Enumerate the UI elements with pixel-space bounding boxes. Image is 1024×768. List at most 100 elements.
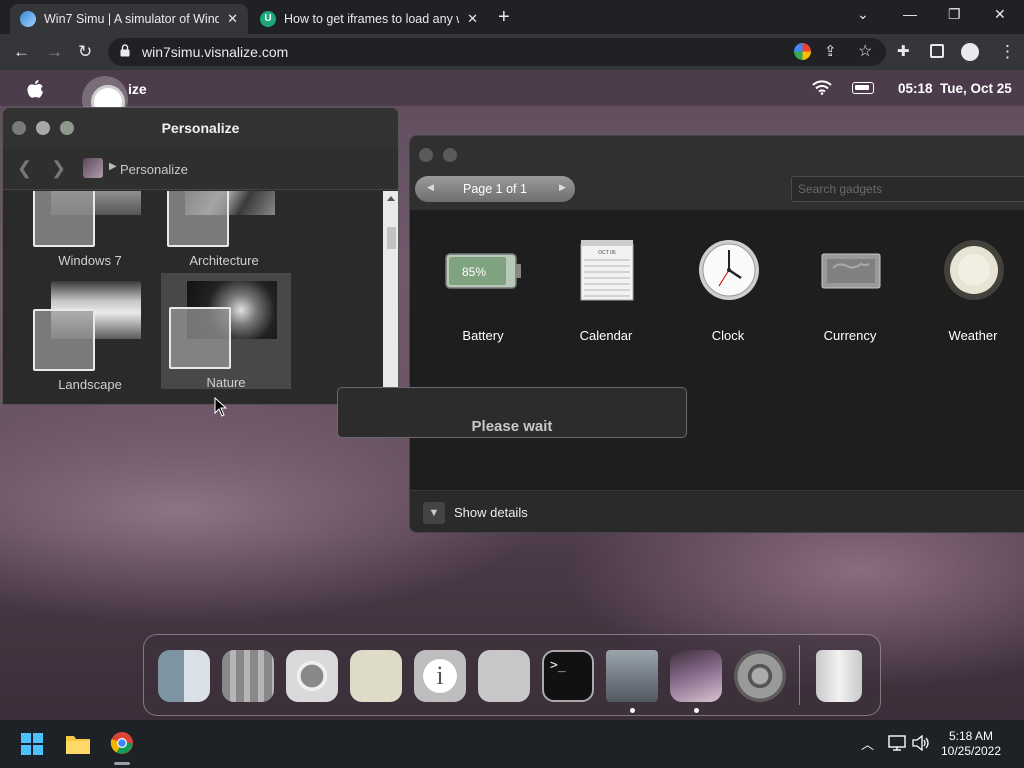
- new-tab-button[interactable]: +: [498, 6, 510, 29]
- tab-iframes[interactable]: U How to get iframes to load any w ✕: [250, 4, 488, 34]
- gadget-calendar[interactable]: OCT 06 Calendar: [545, 210, 667, 350]
- apple-logo-icon[interactable]: [26, 79, 44, 99]
- battery-icon[interactable]: [852, 82, 874, 94]
- active-app-name[interactable]: ize: [128, 81, 147, 97]
- theme-architecture[interactable]: Architecture: [159, 191, 289, 268]
- system-preferences-gear-icon[interactable]: [734, 650, 786, 702]
- launchpad-icon[interactable]: [222, 650, 274, 702]
- theme-color-swatch: [33, 191, 95, 247]
- mac-menubar: ize 05:18 Tue, Oct 25: [0, 70, 1024, 106]
- theme-nature[interactable]: Nature: [161, 273, 291, 390]
- show-details-chevron-down-icon[interactable]: ▼: [423, 502, 445, 524]
- window-titlebar[interactable]: Personalize: [3, 108, 398, 148]
- theme-color-swatch: [169, 307, 231, 369]
- share-icon[interactable]: ⇪: [824, 42, 837, 60]
- gadget-label: Clock: [711, 328, 745, 343]
- gadget-weather[interactable]: Weather: [912, 210, 1024, 350]
- personalize-window: Personalize ❮ ❯ ▶ Personalize Windows 7 …: [2, 107, 399, 405]
- nav-back-icon[interactable]: ❮: [17, 158, 32, 179]
- theme-windows-7[interactable]: Windows 7: [25, 191, 155, 268]
- calculator-icon[interactable]: [478, 650, 530, 702]
- system-clock[interactable]: 5:18 AM 10/25/2022: [935, 729, 1007, 759]
- profile-avatar-icon[interactable]: [961, 43, 979, 61]
- mouse-pointer-icon: [214, 397, 228, 417]
- tab-title: How to get iframes to load any w: [284, 12, 460, 26]
- close-light-button[interactable]: [419, 148, 433, 162]
- dock-separator: [799, 645, 800, 705]
- breadcrumb-chevron-icon: ▶: [109, 161, 117, 172]
- scroll-up-arrow-icon[interactable]: [387, 196, 395, 201]
- file-explorer-icon[interactable]: [65, 733, 91, 755]
- trash-icon[interactable]: [816, 650, 862, 702]
- info-icon[interactable]: i: [414, 650, 466, 702]
- simulator-desktop: ize 05:18 Tue, Oct 25 Personalize ❮ ❯ ▶ …: [0, 70, 1024, 720]
- menubar-time: 05:18: [898, 81, 933, 96]
- network-icon[interactable]: [888, 735, 906, 751]
- gadget-label: Currency: [823, 328, 877, 343]
- menubar-clock[interactable]: 05:18 Tue, Oct 25: [898, 81, 1012, 96]
- wait-message: Please wait: [471, 418, 553, 435]
- tab-win7simu[interactable]: Win7 Simu | A simulator of Windows 7 ✕: [10, 4, 248, 34]
- tab-close-icon[interactable]: ✕: [467, 11, 478, 27]
- wifi-icon[interactable]: [812, 80, 832, 95]
- gadget-currency[interactable]: Currency: [789, 210, 911, 350]
- calendar-icon: OCT 06: [580, 240, 634, 301]
- nav-forward-icon[interactable]: ❯: [51, 158, 66, 179]
- weather-icon: [944, 240, 1004, 300]
- forward-arrow-icon[interactable]: →: [46, 42, 63, 62]
- google-icon[interactable]: [794, 43, 811, 60]
- theme-landscape[interactable]: Landscape: [25, 275, 155, 392]
- gadget-clock[interactable]: Clock: [667, 210, 789, 350]
- system-date: 10/25/2022: [940, 744, 1002, 758]
- currency-icon: [821, 253, 881, 289]
- computer-icon[interactable]: [606, 650, 658, 702]
- running-indicator: [694, 708, 699, 713]
- battery-icon: 85%: [445, 253, 521, 289]
- vertical-scrollbar[interactable]: [383, 191, 398, 404]
- url-text[interactable]: win7simu.visnalize.com: [142, 44, 288, 60]
- windows-start-icon[interactable]: [21, 733, 43, 755]
- battery-percent: 85%: [462, 265, 486, 279]
- minimize-light-button[interactable]: [443, 148, 457, 162]
- menubar-date: Tue, Oct 25: [940, 81, 1012, 96]
- please-wait-dialog: Please wait: [337, 387, 687, 438]
- theme-list: Windows 7 Architecture Landscape Nature: [3, 191, 383, 404]
- theme-label: Landscape: [58, 377, 122, 392]
- next-page-icon[interactable]: ▶: [559, 182, 566, 193]
- running-indicator: [630, 708, 635, 713]
- restore-icon[interactable]: ❐: [948, 6, 961, 23]
- extensions-puzzle-icon[interactable]: ✚: [897, 42, 910, 62]
- chrome-taskbar-icon[interactable]: [110, 731, 134, 755]
- bookmark-star-icon[interactable]: ☆: [858, 41, 872, 61]
- show-details-label[interactable]: Show details: [454, 505, 528, 520]
- tab-close-icon[interactable]: ✕: [227, 11, 238, 27]
- gadget-grid: 85% Battery OCT 06 Calendar Clock Curren…: [410, 210, 1024, 490]
- tab-search-chevron-down-icon[interactable]: ⌄: [857, 6, 869, 23]
- finder-icon[interactable]: [158, 650, 210, 702]
- address-bar[interactable]: win7simu.visnalize.com ⇪ ☆: [108, 38, 886, 66]
- close-window-icon[interactable]: ✕: [994, 6, 1006, 23]
- lock-icon[interactable]: [120, 44, 130, 57]
- menu-kebab-icon[interactable]: ⋮: [999, 42, 1016, 62]
- reload-icon[interactable]: ↻: [78, 42, 92, 62]
- personalize-icon[interactable]: [670, 650, 722, 702]
- breadcrumb[interactable]: Personalize: [120, 162, 188, 177]
- win7simu-favicon-icon: [20, 11, 36, 27]
- minimize-icon[interactable]: —: [903, 6, 917, 22]
- personalize-crumb-icon: [83, 158, 103, 178]
- scrollbar-thumb[interactable]: [387, 227, 396, 249]
- terminal-icon[interactable]: >_: [542, 650, 594, 702]
- browser-tab-strip: Win7 Simu | A simulator of Windows 7 ✕ U…: [0, 0, 1024, 34]
- search-gadgets-input[interactable]: [791, 176, 1024, 202]
- volume-icon[interactable]: [912, 735, 930, 751]
- show-hidden-icons-chevron-up-icon[interactable]: ︿: [861, 734, 874, 753]
- page-navigator: ◀ Page 1 of 1 ▶: [415, 176, 575, 202]
- chrome-icon[interactable]: [286, 650, 338, 702]
- theme-color-swatch: [33, 309, 95, 371]
- gadget-battery[interactable]: 85% Battery: [422, 210, 544, 350]
- notes-icon[interactable]: [350, 650, 402, 702]
- theme-color-swatch: [167, 191, 229, 247]
- side-panel-icon[interactable]: [930, 44, 944, 58]
- back-arrow-icon[interactable]: ←: [13, 42, 30, 62]
- gadget-label: Battery: [462, 328, 504, 343]
